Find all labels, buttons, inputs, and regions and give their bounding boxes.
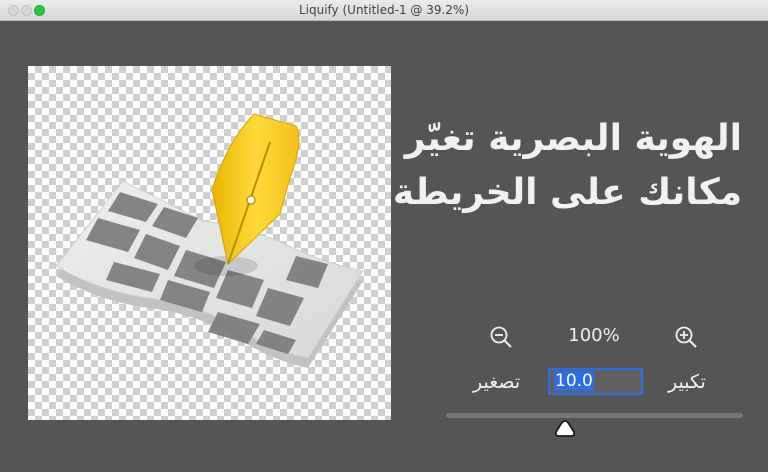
zoom-in-icon[interactable] xyxy=(673,324,699,350)
map-pen-illustration xyxy=(55,113,364,368)
brush-size-slider-track[interactable] xyxy=(446,413,743,418)
enlarge-label: تكبير xyxy=(668,371,706,393)
shrink-label: تصغير xyxy=(473,371,521,393)
brush-size-value: 10.0 xyxy=(554,371,594,391)
brush-size-input[interactable]: 10.0 xyxy=(548,368,643,395)
liquify-canvas[interactable] xyxy=(28,66,391,420)
zoom-level-readout: 100% xyxy=(568,325,620,346)
title-bar: Liquify (Untitled-1 @ 39.2%) xyxy=(0,0,768,21)
zoom-out-icon[interactable] xyxy=(488,324,514,350)
window-title: Liquify (Untitled-1 @ 39.2%) xyxy=(298,3,470,17)
brush-size-slider-thumb[interactable] xyxy=(554,419,576,439)
headline-text: الهوية البصرية تغيّر مكانك على الخريطة xyxy=(392,112,742,220)
headline-line-2: مكانك على الخريطة xyxy=(392,172,742,213)
headline-line-1: الهوية البصرية تغيّر xyxy=(404,118,742,159)
